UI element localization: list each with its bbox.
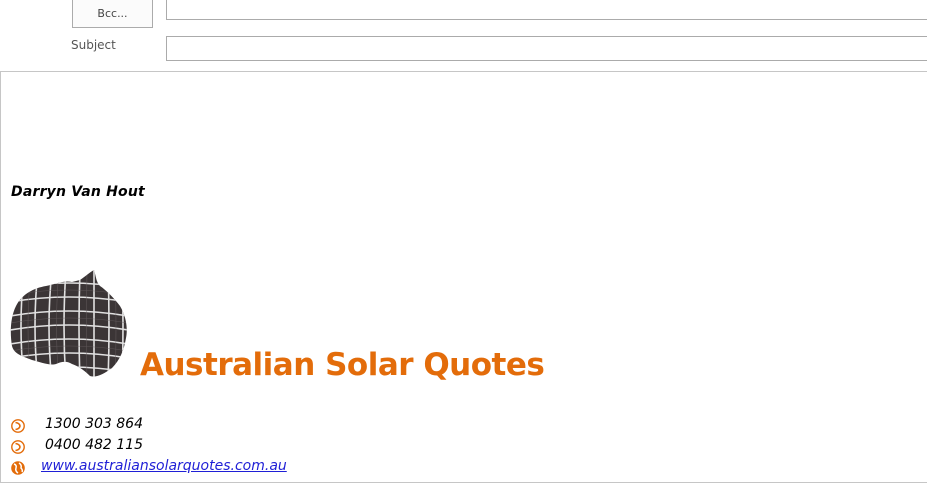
signature-name: Darryn Van Hout — [11, 184, 145, 200]
globe-icon — [11, 461, 25, 475]
phone-icon — [11, 440, 25, 454]
subject-field[interactable] — [166, 36, 927, 61]
phone-number-1: 1300 303 864 — [45, 416, 143, 432]
phone-icon — [11, 419, 25, 433]
australia-solar-panel-logo — [10, 270, 127, 377]
bcc-button[interactable]: Bcc... — [72, 0, 153, 28]
bcc-field[interactable] — [166, 0, 927, 20]
phone-number-2: 0400 482 115 — [45, 437, 143, 453]
company-name: Australian Solar Quotes — [140, 347, 545, 383]
website-link[interactable]: www.australiansolarquotes.com.au — [41, 458, 287, 474]
message-header: Bcc... Subject — [0, 0, 927, 72]
subject-label: Subject — [71, 38, 116, 52]
